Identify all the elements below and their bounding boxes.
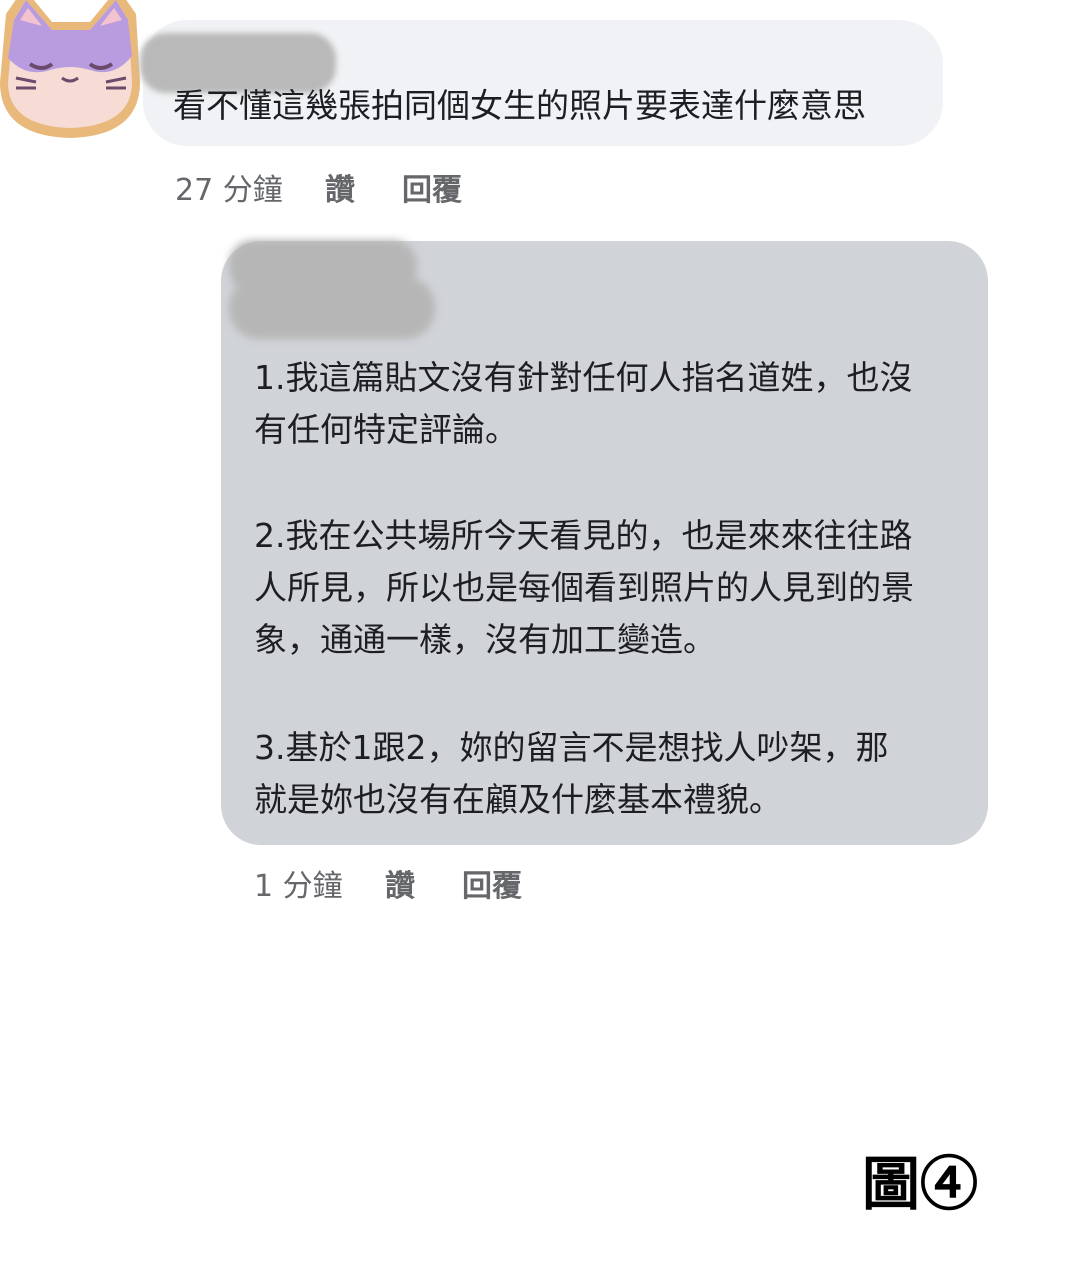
figure-label: 圖④ [862,1150,979,1218]
like-button[interactable]: 讚 [325,165,355,209]
cat-avatar-icon[interactable] [0,0,146,142]
reply-button[interactable]: 回覆 [462,861,522,905]
reply-button[interactable]: 回覆 [402,165,462,209]
reply-paragraph-1: 1.我這篇貼文沒有針對任何人指名道姓，也沒 有任何特定評論。 [254,358,913,449]
reply-timestamp: 1 分鐘 [254,869,343,904]
redacted-username [229,277,435,339]
reply-paragraph-2: 2.我在公共場所今天看見的，也是來來往往路 人所見，所以也是每個看到照片的人見到… [254,516,914,659]
comment-text: 看不懂這幾張拍同個女生的照片要表達什麼意思 [173,86,866,125]
comment-timestamp: 27 分鐘 [175,173,283,208]
like-button[interactable]: 讚 [385,861,415,905]
reply-paragraph-3: 3.基於1跟2，妳的留言不是想找人吵架，那 就是妳也沒有在顧及什麼基本禮貌。 [254,728,889,819]
